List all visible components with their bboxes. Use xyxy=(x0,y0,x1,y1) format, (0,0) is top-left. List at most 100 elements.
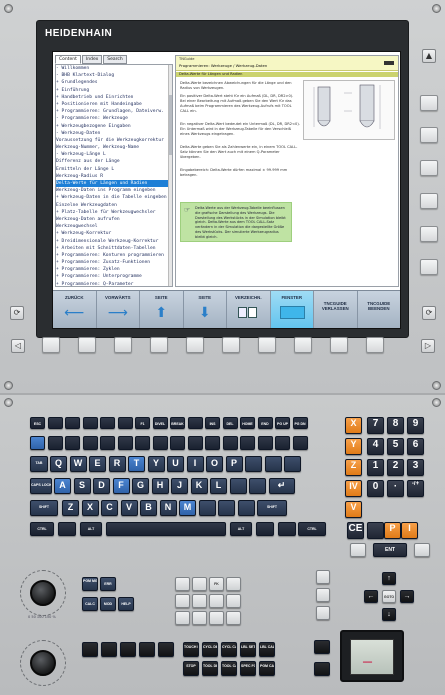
numpad-key[interactable]: 0 xyxy=(367,480,384,497)
numpad-key[interactable]: 9 xyxy=(407,417,424,434)
numpad-key[interactable]: 7 xyxy=(367,417,384,434)
tree-item[interactable]: - Programmieren: Werkzeuge xyxy=(56,115,172,122)
function-key[interactable] xyxy=(47,417,63,429)
key-z[interactable]: Z xyxy=(62,500,79,516)
scrollbar-thumb[interactable] xyxy=(169,95,172,155)
key-o[interactable]: O xyxy=(206,456,223,472)
key-p[interactable]: P xyxy=(225,456,243,472)
programming-key[interactable]: SPEC FCT xyxy=(240,661,256,676)
path-function-key[interactable] xyxy=(175,577,190,591)
tree-item[interactable]: Werkzeug-Daten aufrufen xyxy=(56,216,172,223)
tree-item[interactable]: - Willkommen xyxy=(56,65,172,72)
numpad-key[interactable]: I xyxy=(401,522,418,539)
function-key[interactable] xyxy=(100,417,115,429)
pgm-key[interactable] xyxy=(314,640,330,654)
feed-override-knob[interactable] xyxy=(30,580,56,606)
horizontal-softkey[interactable] xyxy=(150,337,168,353)
programming-key[interactable]: LBL CALL xyxy=(259,642,275,657)
programming-key[interactable]: TOOL CALL xyxy=(221,661,237,676)
symbol-key[interactable] xyxy=(205,436,220,450)
softkey-next-icon[interactable]: ▷ xyxy=(421,339,435,353)
programming-key[interactable] xyxy=(101,642,117,657)
tree-scrollbar[interactable] xyxy=(168,65,172,286)
tree-item[interactable]: + Grundlegendes xyxy=(56,79,172,86)
key-q[interactable]: Q xyxy=(50,456,67,472)
function-key[interactable]: HOME xyxy=(240,417,255,429)
symbol-key[interactable] xyxy=(257,436,273,450)
key-h[interactable]: H xyxy=(151,478,169,494)
key-caps-lock[interactable]: CAPS LOCK xyxy=(30,478,52,494)
axis-x-key[interactable]: X xyxy=(345,417,362,434)
axis-iv-key[interactable]: IV xyxy=(345,480,362,497)
programming-key[interactable] xyxy=(120,642,136,657)
function-key[interactable]: DEL xyxy=(222,417,238,429)
key-r[interactable]: R xyxy=(108,456,126,472)
ent-key[interactable]: ENT xyxy=(373,543,407,557)
key-tab[interactable]: TAB xyxy=(30,456,48,472)
symbol-key[interactable] xyxy=(82,436,98,450)
function-key[interactable]: PG UP xyxy=(275,417,290,429)
tree-item[interactable]: + Werkzeug-Korrektur xyxy=(56,230,172,237)
tree-item[interactable]: Delta-Werte für Längen und Radien xyxy=(56,180,172,188)
axis-z-key[interactable]: Z xyxy=(345,459,362,476)
tree-item[interactable]: + Programmieren: Grundlagen, Dateiverw. xyxy=(56,108,172,115)
numpad-key[interactable]: -/+ xyxy=(407,480,424,497)
symbol-key[interactable] xyxy=(135,436,150,450)
mode-key[interactable] xyxy=(316,570,330,584)
arrow-right-key[interactable]: → xyxy=(400,590,414,603)
symbol-key[interactable] xyxy=(30,436,45,450)
tree-item[interactable]: - Werkzeug-Daten xyxy=(56,130,172,137)
axis-y-key[interactable]: Y xyxy=(345,438,362,455)
vertical-softkey[interactable] xyxy=(420,193,438,209)
key-shift[interactable]: SHIFT xyxy=(30,500,58,516)
key-shift[interactable]: SHIFT xyxy=(257,500,287,516)
symbol-key[interactable] xyxy=(222,436,238,450)
horizontal-softkey[interactable] xyxy=(222,337,240,353)
key-l[interactable]: L xyxy=(210,478,227,494)
function-key[interactable] xyxy=(187,417,203,429)
key-w[interactable]: W xyxy=(69,456,87,472)
err-key[interactable]: ERR xyxy=(100,577,116,591)
close-icon[interactable] xyxy=(384,61,394,65)
function-key[interactable] xyxy=(65,417,80,429)
tree-item[interactable]: Werkzeugwechsel xyxy=(56,223,172,230)
programming-key[interactable] xyxy=(158,642,174,657)
horizontal-softkey[interactable] xyxy=(78,337,96,353)
softkey-window[interactable]: FENSTER xyxy=(270,291,314,328)
vertical-softkey[interactable] xyxy=(420,127,438,143)
tree-item[interactable]: Werkzeug-Radius R xyxy=(56,173,172,180)
function-key[interactable] xyxy=(117,417,133,429)
path-function-key[interactable] xyxy=(175,611,190,625)
key-d[interactable]: D xyxy=(93,478,110,494)
tab-content[interactable]: Content xyxy=(55,55,81,64)
tree-item[interactable]: + Dreidimensionale Werkzeug-Korrektur xyxy=(56,238,172,245)
key-ctrl[interactable]: CTRL xyxy=(298,522,326,536)
softkey-tncguide-exit[interactable]: TNCGUIDE BEENDEN xyxy=(357,291,400,328)
contents-tree[interactable]: - Willkommen - BHB Klartext-Dialog + Grun… xyxy=(55,64,173,287)
screen-layout-icon[interactable]: ⟳ xyxy=(422,306,436,320)
symbol-key[interactable] xyxy=(47,436,63,450)
symbol-key[interactable] xyxy=(264,456,282,472)
key-y[interactable]: Y xyxy=(147,456,165,472)
path-function-key[interactable] xyxy=(175,594,190,608)
tree-item[interactable]: + Werkzeugbezogene Eingaben xyxy=(56,123,172,130)
tree-item[interactable]: + Programmieren: Konturen programmieren xyxy=(56,252,172,259)
symbol-key[interactable] xyxy=(229,478,247,494)
function-key[interactable]: DIVEL xyxy=(152,417,168,429)
arrow-down-key[interactable]: ↓ xyxy=(382,608,396,621)
numpad-key[interactable]: 3 xyxy=(407,459,424,476)
mod-key[interactable]: MOD xyxy=(100,597,116,611)
path-function-key[interactable] xyxy=(192,611,207,625)
key-u[interactable]: U xyxy=(167,456,184,472)
arrow-left-key[interactable]: ← xyxy=(364,590,378,603)
symbol-key[interactable] xyxy=(237,500,255,516)
programming-key[interactable] xyxy=(82,642,98,657)
key-e[interactable]: E xyxy=(89,456,106,472)
programming-key[interactable]: PGM CALL xyxy=(259,661,275,676)
softkey-page-down[interactable]: SEITE ⬇ xyxy=(183,291,227,328)
symbol-key[interactable] xyxy=(198,500,216,516)
symbol-key[interactable] xyxy=(240,436,255,450)
symbol-key[interactable] xyxy=(100,436,115,450)
softkey-prev-icon[interactable]: ◁ xyxy=(11,339,25,353)
programming-key[interactable]: CYCL CALL xyxy=(221,642,237,657)
